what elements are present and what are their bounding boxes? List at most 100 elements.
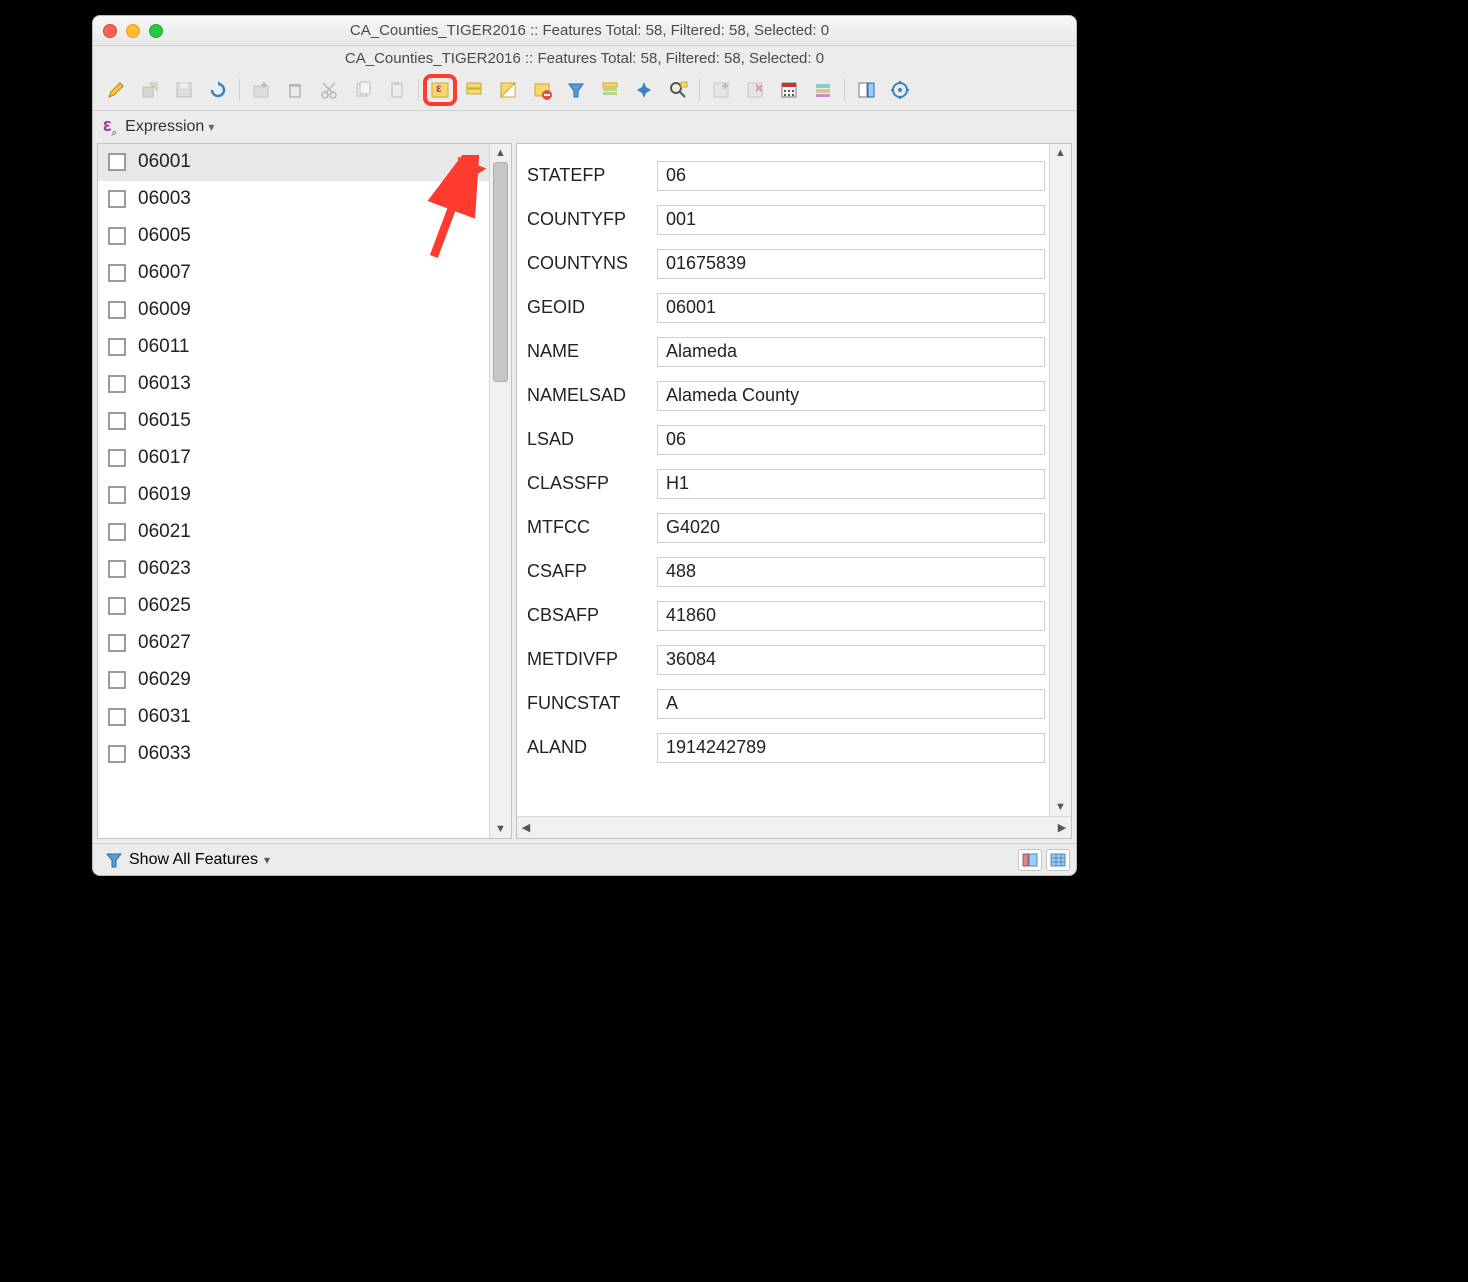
- feature-id-label: 06009: [138, 299, 191, 321]
- form-scrollbar[interactable]: ▲ ▼: [1049, 144, 1071, 816]
- field-calculator-button[interactable]: [774, 76, 804, 104]
- attribute-label: METDIVFP: [527, 649, 657, 670]
- invert-selection-button[interactable]: [493, 76, 523, 104]
- titlebar: CA_Counties_TIGER2016 :: Features Total:…: [93, 16, 1076, 46]
- list-item[interactable]: 06013: [98, 366, 489, 403]
- toggle-editing-button[interactable]: [101, 76, 131, 104]
- attribute-value-input[interactable]: 06: [657, 161, 1045, 191]
- attribute-value-input[interactable]: 06: [657, 425, 1045, 455]
- show-all-features-button[interactable]: Show All Features ▾: [99, 849, 276, 871]
- feature-checkbox[interactable]: [108, 634, 126, 652]
- list-item[interactable]: 06023: [98, 551, 489, 588]
- attribute-label: COUNTYFP: [527, 209, 657, 230]
- filter-selection-button[interactable]: [561, 76, 591, 104]
- select-by-expression-button[interactable]: ε: [425, 76, 455, 104]
- list-item[interactable]: 06007: [98, 255, 489, 292]
- attribute-value-input[interactable]: H1: [657, 469, 1045, 499]
- form-view-button[interactable]: [1018, 849, 1042, 871]
- feature-checkbox[interactable]: [108, 338, 126, 356]
- attribute-value-input[interactable]: 488: [657, 557, 1045, 587]
- feature-list-scrollbar[interactable]: ▲ ▼: [489, 144, 511, 838]
- save-edits-button[interactable]: [169, 76, 199, 104]
- reload-button[interactable]: [203, 76, 233, 104]
- select-all-button[interactable]: [459, 76, 489, 104]
- feature-id-label: 06007: [138, 262, 191, 284]
- multi-edit-button[interactable]: [135, 76, 165, 104]
- feature-list[interactable]: 06001 06003 06005 06007 06009 06011 0601306015…: [98, 144, 489, 838]
- attribute-value-input[interactable]: A: [657, 689, 1045, 719]
- feature-checkbox[interactable]: [108, 153, 126, 171]
- list-item[interactable]: 06005: [98, 218, 489, 255]
- copy-button[interactable]: [348, 76, 378, 104]
- attribute-row: MTFCCG4020: [527, 506, 1049, 550]
- attribute-row: COUNTYFP001: [527, 198, 1049, 242]
- delete-field-button[interactable]: [740, 76, 770, 104]
- list-item[interactable]: 06033: [98, 736, 489, 773]
- list-item[interactable]: 06009: [98, 292, 489, 329]
- attribute-value-input[interactable]: Alameda: [657, 337, 1045, 367]
- deselect-all-button[interactable]: [527, 76, 557, 104]
- attribute-value-input[interactable]: 01675839: [657, 249, 1045, 279]
- attribute-row: NAMELSADAlameda County: [527, 374, 1049, 418]
- feature-checkbox[interactable]: [108, 486, 126, 504]
- feature-checkbox[interactable]: [108, 449, 126, 467]
- form-hscrollbar[interactable]: ◀▶: [517, 816, 1071, 838]
- feature-id-label: 06003: [138, 188, 191, 210]
- new-field-button[interactable]: [706, 76, 736, 104]
- feature-checkbox[interactable]: [108, 190, 126, 208]
- actions-button[interactable]: [885, 76, 915, 104]
- attribute-value-input[interactable]: 1914242789: [657, 733, 1045, 763]
- paste-button[interactable]: [382, 76, 412, 104]
- feature-checkbox[interactable]: [108, 523, 126, 541]
- feature-checkbox[interactable]: [108, 301, 126, 319]
- conditional-formatting-button[interactable]: [808, 76, 838, 104]
- feature-checkbox[interactable]: [108, 671, 126, 689]
- attribute-label: CLASSFP: [527, 473, 657, 494]
- table-view-button[interactable]: [1046, 849, 1070, 871]
- dock-button[interactable]: [851, 76, 881, 104]
- toolbar: ε: [93, 73, 1076, 111]
- feature-checkbox[interactable]: [108, 375, 126, 393]
- list-item[interactable]: 06017: [98, 440, 489, 477]
- list-item[interactable]: 06001: [98, 144, 489, 181]
- feature-checkbox[interactable]: [108, 264, 126, 282]
- attribute-label: CSAFP: [527, 561, 657, 582]
- feature-checkbox[interactable]: [108, 708, 126, 726]
- feature-checkbox[interactable]: [108, 227, 126, 245]
- cut-button[interactable]: [314, 76, 344, 104]
- attribute-value-input[interactable]: 06001: [657, 293, 1045, 323]
- feature-id-label: 06019: [138, 484, 191, 506]
- attribute-label: STATEFP: [527, 165, 657, 186]
- scrollbar-thumb[interactable]: [493, 162, 508, 382]
- zoom-to-selected-button[interactable]: [663, 76, 693, 104]
- add-feature-button[interactable]: [246, 76, 276, 104]
- attribute-table-window: CA_Counties_TIGER2016 :: Features Total:…: [92, 15, 1077, 876]
- list-item[interactable]: 06003: [98, 181, 489, 218]
- list-item[interactable]: 06027: [98, 625, 489, 662]
- pan-to-selected-button[interactable]: [629, 76, 659, 104]
- list-item[interactable]: 06021: [98, 514, 489, 551]
- attribute-value-input[interactable]: 36084: [657, 645, 1045, 675]
- attribute-value-input[interactable]: 001: [657, 205, 1045, 235]
- feature-checkbox[interactable]: [108, 597, 126, 615]
- feature-checkbox[interactable]: [108, 745, 126, 763]
- window-subtitle: CA_Counties_TIGER2016 :: Features Total:…: [93, 46, 1076, 73]
- list-item[interactable]: 06025: [98, 588, 489, 625]
- attribute-value-input[interactable]: Alameda County: [657, 381, 1045, 411]
- list-item[interactable]: 06029: [98, 662, 489, 699]
- attribute-value-input[interactable]: 41860: [657, 601, 1045, 631]
- list-item[interactable]: 06031: [98, 699, 489, 736]
- show-all-label: Show All Features: [129, 851, 258, 869]
- list-item[interactable]: 06019: [98, 477, 489, 514]
- list-item[interactable]: 06015: [98, 403, 489, 440]
- feature-id-label: 06021: [138, 521, 191, 543]
- attribute-value-input[interactable]: G4020: [657, 513, 1045, 543]
- feature-id-label: 06029: [138, 669, 191, 691]
- feature-id-label: 06011: [138, 336, 189, 358]
- list-item[interactable]: 06011: [98, 329, 489, 366]
- feature-checkbox[interactable]: [108, 560, 126, 578]
- attribute-form-panel: STATEFP06COUNTYFP001COUNTYNS01675839GEOI…: [516, 143, 1072, 839]
- delete-selected-button[interactable]: [280, 76, 310, 104]
- move-selection-top-button[interactable]: [595, 76, 625, 104]
- feature-checkbox[interactable]: [108, 412, 126, 430]
